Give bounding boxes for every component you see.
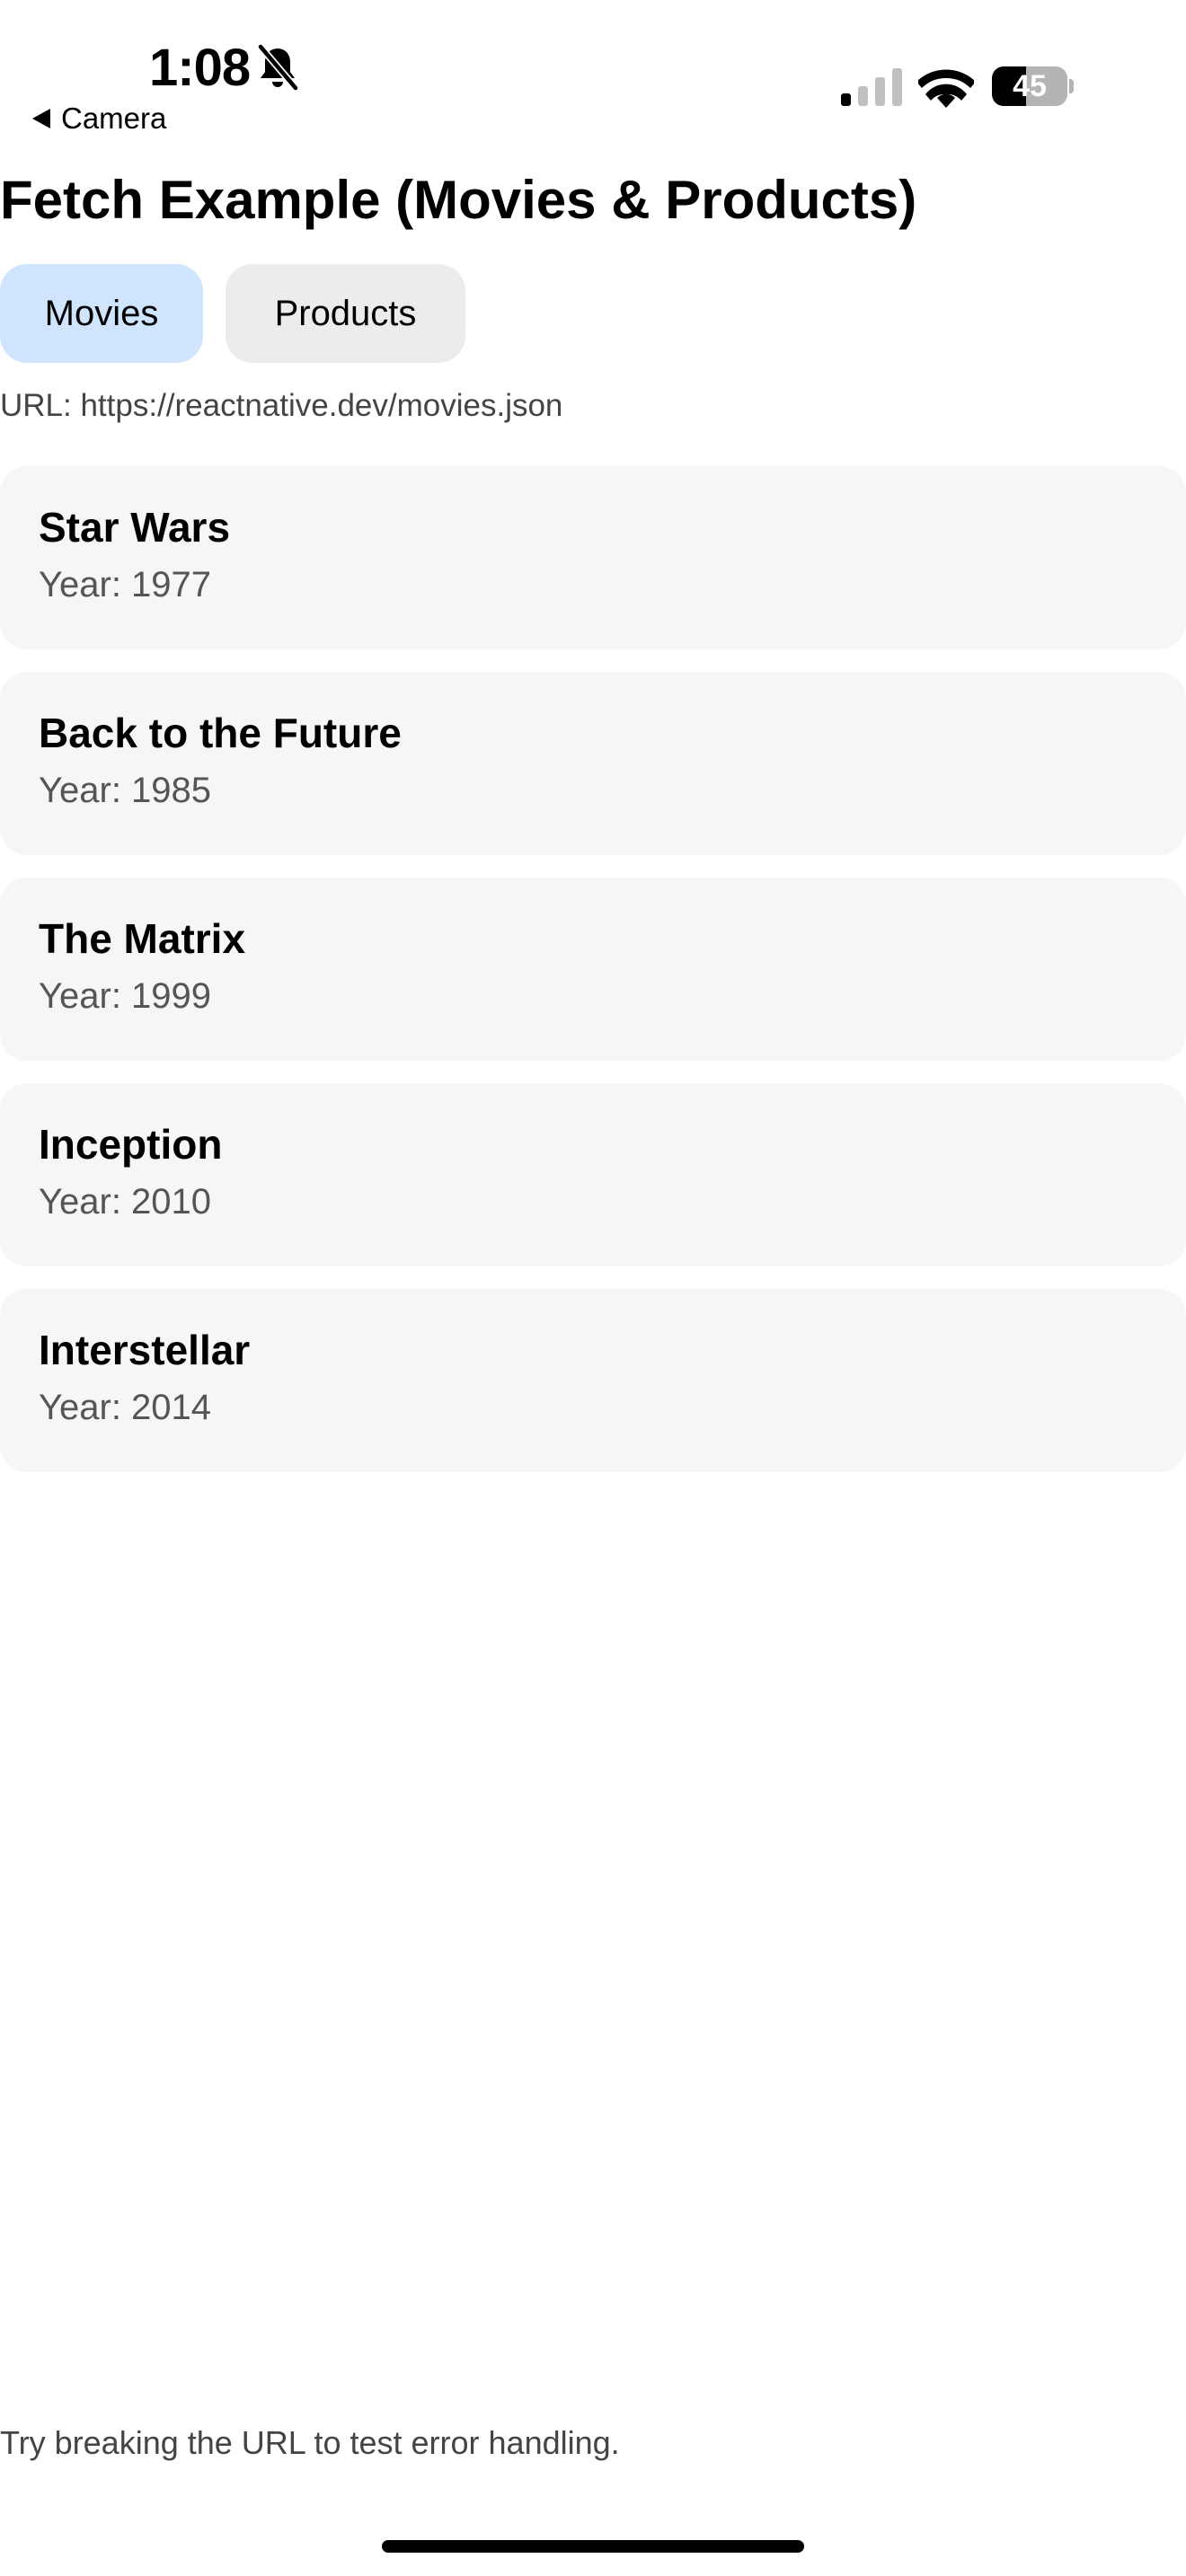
movie-year: Year: 1999 xyxy=(39,976,212,1016)
back-link-label: Camera xyxy=(61,101,167,135)
list-item: Inception Year: 2010 xyxy=(0,1083,1186,1266)
movie-title: Inception xyxy=(39,1121,223,1168)
status-time: 1:08 xyxy=(149,39,251,97)
movie-title: The Matrix xyxy=(39,915,246,962)
wifi-icon xyxy=(918,69,974,108)
back-to-camera-link[interactable]: Camera xyxy=(32,96,166,141)
movie-title: Star Wars xyxy=(39,504,231,551)
movie-title: Back to the Future xyxy=(39,710,402,756)
tab-movies[interactable]: Movies xyxy=(0,264,203,363)
tab-products[interactable]: Products xyxy=(226,264,465,363)
bell-muted-icon xyxy=(257,43,299,92)
movie-year: Year: 1977 xyxy=(39,565,212,604)
back-arrow-icon xyxy=(32,109,50,128)
movie-year: Year: 1985 xyxy=(39,771,212,810)
error-handling-hint: Try breaking the URL to test error handl… xyxy=(0,2424,620,2461)
cellular-signal-icon xyxy=(841,68,902,106)
page-title: Fetch Example (Movies & Products) xyxy=(0,170,917,230)
battery-level: 45 xyxy=(1013,69,1047,103)
movie-year: Year: 2014 xyxy=(39,1388,212,1427)
movie-title: Interstellar xyxy=(39,1327,251,1373)
list-item: Back to the Future Year: 1985 xyxy=(0,672,1186,855)
list-item: Interstellar Year: 2014 xyxy=(0,1289,1186,1472)
battery-indicator: 45 xyxy=(992,66,1074,106)
battery-cap xyxy=(1069,79,1074,93)
home-indicator[interactable] xyxy=(382,2540,804,2553)
list-item: The Matrix Year: 1999 xyxy=(0,878,1186,1061)
movie-year: Year: 2010 xyxy=(39,1182,212,1222)
list-item: Star Wars Year: 1977 xyxy=(0,466,1186,649)
url-label: URL: https://reactnative.dev/movies.json xyxy=(0,388,563,423)
